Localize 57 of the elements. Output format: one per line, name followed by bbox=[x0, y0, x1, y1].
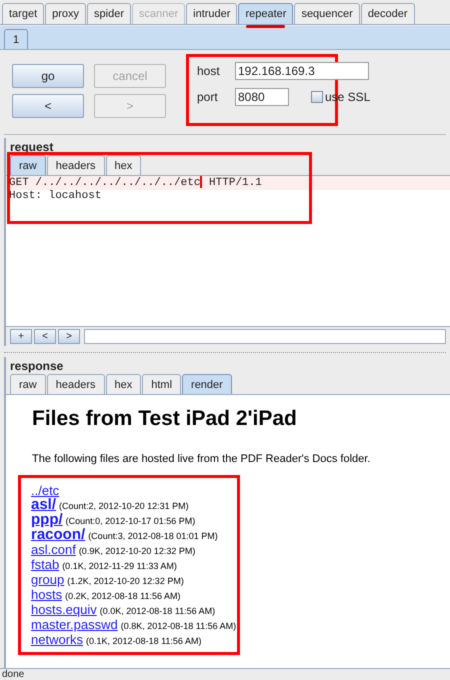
file-info: (0.1K, 2012-08-18 11:56 AM) bbox=[86, 635, 202, 648]
tab[interactable]: hex bbox=[106, 374, 142, 394]
button[interactable]: < bbox=[12, 94, 84, 118]
file-link[interactable]: master.passwd bbox=[31, 618, 118, 632]
paragraph: The following files are hosted live from the PDF Reader's Docs folder. bbox=[31, 452, 372, 466]
file-link[interactable]: ../etc bbox=[31, 484, 60, 498]
tab[interactable]: target bbox=[2, 3, 44, 24]
file-info: (Count:0, 2012-10-17 01:56 PM) bbox=[66, 515, 196, 528]
tab[interactable]: raw bbox=[10, 155, 46, 175]
tab[interactable]: hex bbox=[106, 155, 142, 175]
highlight-underline bbox=[246, 25, 286, 28]
file-link[interactable]: racoon/ bbox=[31, 528, 86, 542]
file-link[interactable]: hosts.equiv bbox=[31, 603, 97, 617]
file-info: (Count:3, 2012-08-18 01:01 PM) bbox=[88, 530, 218, 543]
tab[interactable]: headers bbox=[46, 374, 104, 394]
tab[interactable]: proxy bbox=[45, 3, 86, 24]
nav-button[interactable]: > bbox=[58, 329, 80, 344]
tab[interactable]: intruder bbox=[186, 3, 238, 24]
checkbox[interactable] bbox=[311, 91, 323, 103]
button[interactable]: go bbox=[12, 64, 84, 88]
tab[interactable]: sequencer bbox=[294, 3, 360, 24]
file-link[interactable]: hosts bbox=[31, 588, 62, 602]
tab[interactable]: spider bbox=[87, 3, 132, 24]
text-cursor-icon bbox=[200, 176, 202, 188]
file-info: (0.9K, 2012-10-20 12:32 PM) bbox=[78, 545, 196, 558]
nav-button[interactable]: < bbox=[34, 329, 56, 344]
tab[interactable]: 1 bbox=[4, 29, 28, 49]
search-field[interactable] bbox=[84, 329, 446, 344]
tab[interactable]: decoder bbox=[360, 3, 415, 24]
input-field[interactable]: 8080 bbox=[235, 88, 289, 106]
request-editor[interactable]: GET /../../../../../../../etc HTTP/1.1 Host: locahost bbox=[6, 176, 450, 326]
file-info: (1.2K, 2012-10-20 12:32 PM) bbox=[67, 575, 184, 588]
file-link[interactable]: asl.conf bbox=[31, 543, 76, 557]
file-info: (Count:2, 2012-10-20 12:31 PM) bbox=[59, 500, 189, 513]
file-link[interactable]: fstab bbox=[31, 558, 60, 572]
field-label: host bbox=[197, 63, 221, 80]
field-label: port bbox=[197, 89, 219, 106]
file-link[interactable]: group bbox=[31, 573, 64, 587]
section-title: request bbox=[9, 139, 54, 154]
file-link[interactable]: asl/ bbox=[31, 498, 56, 512]
tab[interactable]: headers bbox=[46, 155, 104, 175]
tab[interactable]: html bbox=[142, 374, 182, 394]
file-info: (0.2K, 2012-08-18 11:56 AM) bbox=[65, 590, 180, 603]
tab[interactable]: repeater bbox=[238, 3, 294, 24]
status-text: done bbox=[1, 669, 26, 680]
code-line: Host: locahost bbox=[8, 190, 102, 203]
section-title: response bbox=[9, 358, 64, 373]
file-link[interactable]: ppp/ bbox=[31, 513, 63, 527]
input-field[interactable]: 192.168.169.3 bbox=[235, 62, 369, 80]
tab[interactable]: raw bbox=[10, 374, 46, 394]
file-info: (0.8K, 2012-08-18 11:56 AM) bbox=[120, 620, 236, 633]
file-info: (0.1K, 2012-11-29 11:33 AM) bbox=[62, 560, 177, 573]
page-heading: Files from Test iPad 2'iPad bbox=[31, 406, 298, 432]
nav-button[interactable]: + bbox=[10, 329, 32, 344]
file-info: (0.0K, 2012-08-18 11:56 AM) bbox=[100, 605, 216, 618]
file-link[interactable]: networks bbox=[31, 633, 84, 647]
tab[interactable]: render bbox=[182, 374, 232, 394]
